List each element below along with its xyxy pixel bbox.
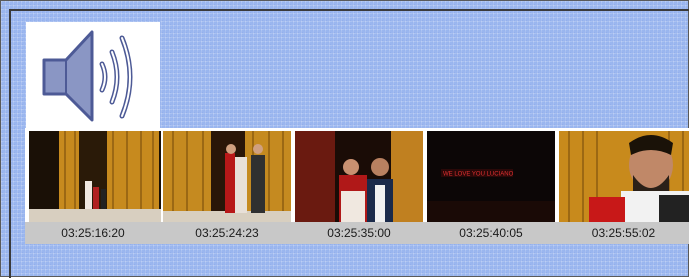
thumbnail-1[interactable]: 03:25:16:20: [25, 128, 161, 244]
thumbnail-strip: 03:25:16:20 03:25:24:23 03:25:35:00 WE L…: [25, 128, 689, 244]
thumbnail-4-timecode: 03:25:40:05: [425, 222, 557, 244]
thumbnail-4[interactable]: WE LOVE YOU LUCIANO 03:25:40:05: [425, 128, 557, 244]
thumbnail-4-image: WE LOVE YOU LUCIANO: [427, 131, 555, 222]
thumbnail-5[interactable]: 03:25:55:02: [557, 128, 689, 244]
thumbnail-4-banner: WE LOVE YOU LUCIANO: [443, 172, 514, 178]
thumbnail-3-timecode: 03:25:35:00: [293, 222, 425, 244]
thumbnail-2-timecode: 03:25:24:23: [161, 222, 293, 244]
thumbnail-3[interactable]: 03:25:35:00: [293, 128, 425, 244]
speaker-icon: [42, 30, 133, 122]
audio-clip-tile[interactable]: [26, 22, 160, 129]
thumbnail-1-image: [29, 131, 161, 222]
thumbnail-2[interactable]: 03:25:24:23: [161, 128, 293, 244]
thumbnail-3-image: [295, 131, 423, 222]
thumbnail-1-timecode: 03:25:16:20: [25, 222, 161, 244]
thumbnail-5-timecode: 03:25:55:02: [557, 222, 689, 244]
thumbnail-5-image: [559, 131, 689, 222]
storyboard-panel: 03:25:16:20 03:25:24:23 03:25:35:00 WE L…: [0, 0, 689, 278]
thumbnail-2-image: [163, 131, 291, 222]
